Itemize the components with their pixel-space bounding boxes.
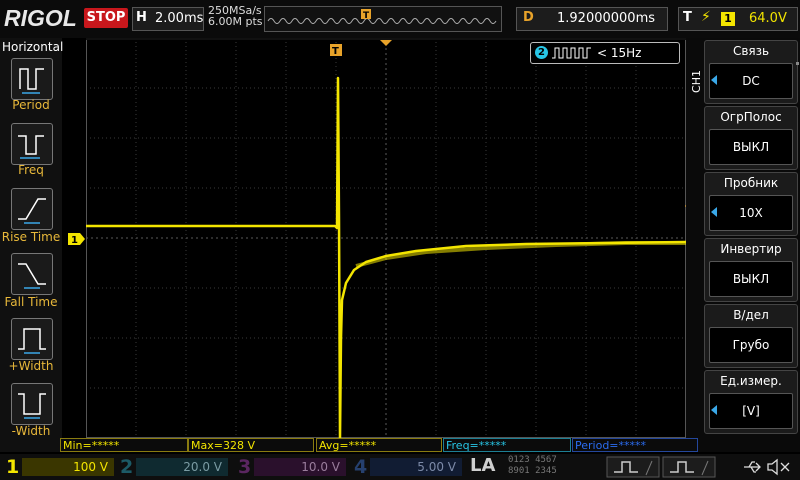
invert-value: ВЫКЛ bbox=[709, 261, 793, 297]
measure-min[interactable]: Min=***** bbox=[60, 438, 188, 452]
horizontal-key: H bbox=[136, 10, 147, 25]
period-button[interactable] bbox=[11, 58, 53, 100]
logic-digits-bottom: 8901 2345 bbox=[508, 466, 557, 476]
frequency-counter[interactable]: 2 < 15Hz bbox=[530, 42, 680, 64]
invert-menu[interactable]: Инвертир ВЫКЛ bbox=[704, 238, 798, 302]
memory-overview-waveform: T bbox=[267, 9, 497, 24]
run-stop-status[interactable]: STOP bbox=[84, 8, 128, 28]
fall-time-icon bbox=[18, 263, 46, 289]
volts-div-menu[interactable]: В/дел Грубо bbox=[704, 304, 798, 368]
ch3-scale[interactable]: 10.0 V bbox=[254, 458, 346, 476]
logic-channel-grid[interactable]: 0123 4567 8901 2345 bbox=[508, 455, 602, 477]
probe-title: Пробник bbox=[723, 176, 779, 190]
minus-width-icon bbox=[18, 393, 46, 419]
probe-value: 10X bbox=[709, 195, 793, 231]
period-label: Period bbox=[12, 98, 50, 112]
plus-width-label: +Width bbox=[8, 359, 54, 373]
minus-width-label: -Width bbox=[11, 424, 51, 438]
coupling-title: Связь bbox=[732, 44, 770, 58]
bandwidth-limit-value: ВЫКЛ bbox=[709, 129, 793, 165]
ch1-offset-marker-label: 1 bbox=[71, 235, 78, 245]
ch4-scale[interactable]: 5.00 V bbox=[370, 458, 462, 476]
ch2-scale[interactable]: 20.0 V bbox=[136, 458, 228, 476]
measure-period[interactable]: Period=***** bbox=[572, 438, 698, 452]
counter-value: < 15Hz bbox=[597, 46, 642, 60]
ch4-number[interactable]: 4 bbox=[354, 456, 367, 478]
left-panel-title: Horizontal bbox=[2, 40, 64, 54]
probe-arrow-icon bbox=[711, 207, 717, 217]
trigger-position-marker-label: T bbox=[332, 46, 339, 57]
ch3-number[interactable]: 3 bbox=[238, 456, 251, 478]
pulse-train-icon bbox=[552, 47, 591, 59]
units-title: Ед.измер. bbox=[720, 374, 782, 388]
invert-title: Инвертир bbox=[720, 242, 782, 256]
rise-time-button[interactable] bbox=[11, 188, 53, 230]
timebase-value: 2.00ms bbox=[155, 11, 204, 26]
acquisition-info: 250MSa/s 6.00M pts bbox=[208, 5, 263, 27]
memory-trigger-marker: T bbox=[363, 11, 370, 21]
freq-button[interactable] bbox=[11, 123, 53, 165]
bandwidth-limit-menu[interactable]: ОгрПолос ВЫКЛ bbox=[704, 106, 798, 170]
measure-avg[interactable]: Avg=***** bbox=[316, 438, 442, 452]
plus-width-button[interactable] bbox=[11, 318, 53, 360]
logic-analyzer-label[interactable]: LA bbox=[470, 455, 495, 476]
trigger-source-badge: 1 bbox=[721, 12, 735, 26]
coupling-value: DC bbox=[709, 63, 793, 99]
delay-key: D bbox=[523, 10, 534, 25]
menu-scroll-dot bbox=[796, 62, 799, 65]
measure-max[interactable]: Max=328 V bbox=[188, 438, 314, 452]
measure-freq[interactable]: Freq=***** bbox=[443, 438, 571, 452]
ch1-offset-marker[interactable]: 1 bbox=[68, 233, 86, 245]
trigger-level: 64.0V bbox=[749, 11, 787, 26]
units-value: [V] bbox=[709, 393, 793, 429]
delay-value: 1.92000000ms bbox=[557, 11, 656, 26]
probe-menu[interactable]: Пробник 10X bbox=[704, 172, 798, 236]
memory-depth: 6.00M pts bbox=[208, 15, 263, 28]
minus-width-button[interactable] bbox=[11, 383, 53, 425]
units-arrow-icon bbox=[711, 405, 717, 415]
period-icon bbox=[19, 68, 44, 94]
delay-box[interactable]: D 1.92000000ms bbox=[516, 7, 668, 31]
speaker-muted-icon[interactable] bbox=[766, 458, 792, 476]
top-edge bbox=[86, 38, 686, 40]
ch2-number[interactable]: 2 bbox=[120, 456, 133, 478]
usb-icon bbox=[744, 461, 761, 473]
rising-edge-icon: ⚡ bbox=[701, 9, 711, 25]
rise-time-icon bbox=[18, 198, 46, 224]
rise-time-label: Rise Time bbox=[1, 230, 61, 244]
freq-label: Freq bbox=[18, 163, 44, 177]
timebase-box[interactable]: H 2.00ms bbox=[132, 7, 204, 31]
ch1-number[interactable]: 1 bbox=[6, 456, 19, 478]
coupling-menu[interactable]: Связь DC bbox=[704, 40, 798, 104]
memory-overview-bar[interactable]: T bbox=[264, 6, 502, 32]
counter-channel-badge: 2 bbox=[535, 46, 548, 59]
volts-div-value: Грубо bbox=[709, 327, 793, 363]
fall-time-label: Fall Time bbox=[4, 295, 58, 309]
bandwidth-limit-title: ОгрПолос bbox=[720, 110, 782, 124]
units-menu[interactable]: Ед.измер. [V] bbox=[704, 370, 798, 434]
fall-time-button[interactable] bbox=[11, 253, 53, 295]
freq-icon bbox=[18, 135, 44, 159]
volts-div-title: В/дел bbox=[733, 308, 769, 322]
rigol-logo: RIGOL bbox=[4, 5, 77, 31]
ch1-scale[interactable]: 100 V bbox=[22, 458, 114, 476]
trigger-key: T bbox=[683, 10, 692, 25]
waveform-display[interactable]: T bbox=[86, 38, 686, 438]
trigger-box[interactable]: T ⚡ 1 64.0V bbox=[678, 7, 798, 31]
logic-digits-top: 0123 4567 bbox=[508, 455, 557, 465]
menu-channel-label: CH1 bbox=[690, 70, 703, 93]
coupling-arrow-icon bbox=[711, 75, 717, 85]
plus-width-icon bbox=[18, 328, 46, 354]
source-generator-icons[interactable] bbox=[606, 456, 718, 478]
